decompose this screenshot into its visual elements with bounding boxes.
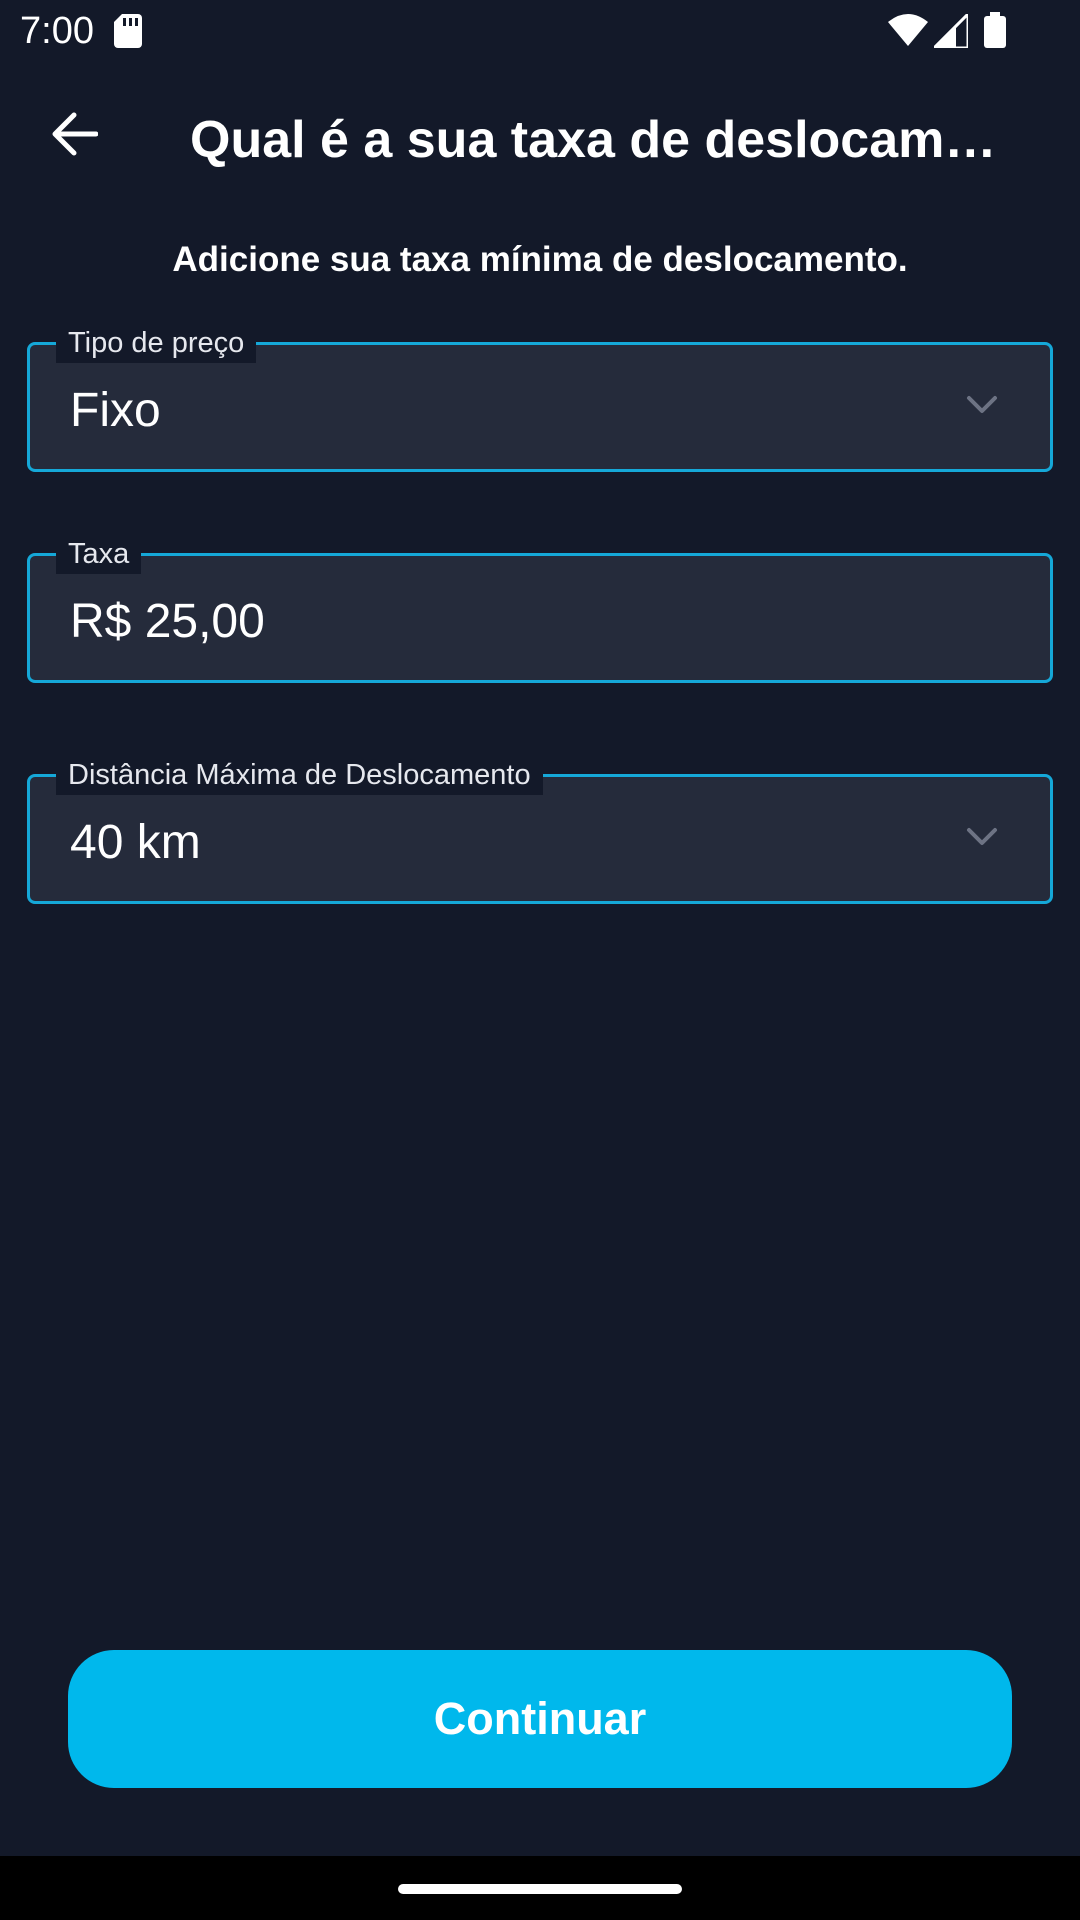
- continue-button-label: Continuar: [433, 1693, 647, 1744]
- wifi-icon: [888, 14, 928, 51]
- sd-card-icon: [114, 14, 142, 53]
- home-handle[interactable]: [398, 1884, 682, 1894]
- subtitle: Adicione sua taxa mínima de deslocamento…: [172, 240, 908, 279]
- continue-button[interactable]: Continuar: [68, 1650, 1012, 1788]
- page-title: Qual é a sua taxa de deslocamen…: [190, 111, 1010, 169]
- navigation-bar: [0, 1856, 1080, 1920]
- back-button[interactable]: [36, 104, 112, 168]
- fee-input[interactable]: Taxa R$ 25,00: [27, 534, 1053, 683]
- fee-label: Taxa: [56, 534, 142, 574]
- status-time: 7:00: [20, 10, 94, 52]
- chevron-down-icon: [966, 395, 998, 420]
- status-bar: 7:00: [0, 0, 1080, 64]
- max-distance-value: 40 km: [70, 816, 201, 869]
- fee-value: R$ 25,00: [70, 595, 265, 648]
- price-type-dropdown[interactable]: Tipo de preço Fixo: [27, 323, 1053, 472]
- battery-icon: [984, 12, 1006, 53]
- arrow-back-icon: [50, 112, 99, 161]
- max-distance-label: Distância Máxima de Deslocamento: [56, 755, 543, 795]
- price-type-label: Tipo de preço: [56, 323, 257, 363]
- max-distance-dropdown[interactable]: Distância Máxima de Deslocamento 40 km: [27, 755, 1053, 904]
- app-bar: Qual é a sua taxa de deslocamen…: [0, 80, 1080, 192]
- price-type-value: Fixo: [70, 384, 161, 437]
- signal-icon: [930, 10, 970, 53]
- chevron-down-icon: [966, 827, 998, 852]
